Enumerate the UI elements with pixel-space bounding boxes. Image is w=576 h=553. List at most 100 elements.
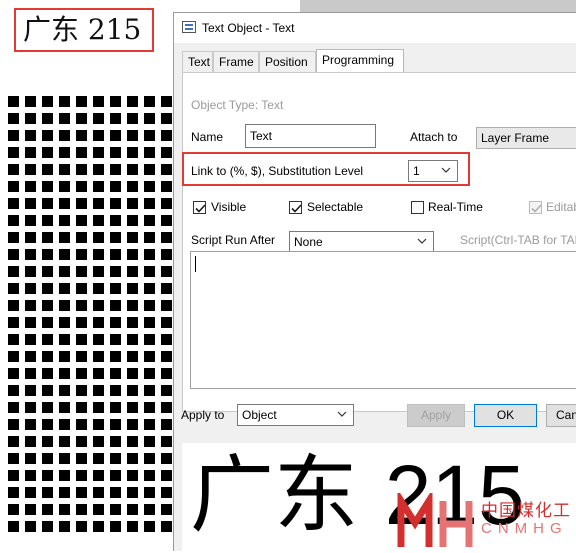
preview-text-cn: 广东 <box>190 446 359 544</box>
attach-to-value: Layer Frame <box>481 131 550 145</box>
pattern-square <box>8 181 19 192</box>
pattern-square <box>93 283 104 294</box>
pattern-square <box>25 470 36 481</box>
pattern-square <box>76 300 87 311</box>
attach-to-select[interactable]: Layer Frame <box>476 127 576 149</box>
pattern-square <box>144 232 155 243</box>
object-type-label: Object Type: Text <box>191 98 284 112</box>
script-editor[interactable] <box>190 251 576 389</box>
pattern-square <box>110 113 121 124</box>
pattern-square <box>110 521 121 532</box>
pattern-square <box>110 453 121 464</box>
pattern-square <box>8 419 19 430</box>
pattern-square <box>144 181 155 192</box>
pattern-square <box>42 317 53 328</box>
pattern-square <box>25 181 36 192</box>
pattern-square <box>110 487 121 498</box>
pattern-square <box>76 266 87 277</box>
pattern-square <box>93 368 104 379</box>
canvas-text-object[interactable]: 广东 215 <box>14 8 154 52</box>
pattern-square <box>25 249 36 260</box>
pattern-square <box>42 470 53 481</box>
pattern-square <box>110 266 121 277</box>
watermark-brand-en: CNMHG <box>481 520 568 537</box>
link-level-select[interactable]: 1 <box>408 160 458 182</box>
tab-text[interactable]: Text <box>182 51 213 72</box>
editable-checkbox[interactable] <box>529 201 542 214</box>
pattern-square <box>110 300 121 311</box>
tab-position[interactable]: Position <box>259 51 316 72</box>
pattern-square <box>127 385 138 396</box>
pattern-square <box>161 113 172 124</box>
pattern-square <box>110 164 121 175</box>
real-time-checkbox[interactable] <box>411 201 424 214</box>
pattern-square <box>25 334 36 345</box>
pattern-square <box>144 351 155 362</box>
pattern-square <box>59 521 70 532</box>
pattern-square <box>127 96 138 107</box>
pattern-square <box>127 198 138 209</box>
pattern-square <box>25 351 36 362</box>
pattern-square <box>161 232 172 243</box>
pattern-square <box>161 215 172 226</box>
pattern-square <box>144 521 155 532</box>
editable-label: Editab <box>546 200 576 214</box>
pattern-square <box>127 215 138 226</box>
pattern-square <box>8 504 19 515</box>
pattern-square <box>161 419 172 430</box>
real-time-label: Real-Time <box>428 200 483 214</box>
apply-button[interactable]: Apply <box>407 404 465 427</box>
pattern-square <box>76 198 87 209</box>
tab-programming[interactable]: Programming <box>316 49 404 72</box>
pattern-square <box>25 368 36 379</box>
pattern-square <box>110 504 121 515</box>
app-icon <box>182 21 196 33</box>
link-level-label: Link to (%, $), Substitution Level <box>191 164 364 178</box>
pattern-square <box>59 147 70 158</box>
pattern-square <box>161 164 172 175</box>
pattern-square <box>25 130 36 141</box>
pattern-square <box>8 385 19 396</box>
pattern-square <box>127 368 138 379</box>
pattern-square <box>127 266 138 277</box>
pattern-square <box>127 300 138 311</box>
pattern-square <box>59 419 70 430</box>
pattern-square <box>8 113 19 124</box>
pattern-square <box>110 96 121 107</box>
pattern-square <box>127 334 138 345</box>
pattern-square <box>25 300 36 311</box>
pattern-square <box>42 436 53 447</box>
pattern-square <box>42 283 53 294</box>
pattern-square <box>161 470 172 481</box>
pattern-square <box>76 436 87 447</box>
script-run-select[interactable]: None <box>289 231 434 253</box>
pattern-square <box>59 402 70 413</box>
pattern-square <box>144 470 155 481</box>
apply-to-select[interactable]: Object <box>237 404 354 426</box>
pattern-square <box>8 334 19 345</box>
pattern-square <box>42 300 53 311</box>
ok-button[interactable]: OK <box>474 404 537 427</box>
pattern-square <box>144 453 155 464</box>
visible-checkbox[interactable] <box>193 201 206 214</box>
pattern-square <box>76 283 87 294</box>
pattern-square <box>93 470 104 481</box>
pattern-square <box>59 249 70 260</box>
pattern-square <box>8 402 19 413</box>
cancel-button[interactable]: Can <box>546 404 576 427</box>
pattern-square <box>59 385 70 396</box>
name-field[interactable]: Text <box>245 124 376 148</box>
pattern-square <box>110 436 121 447</box>
pattern-square <box>161 283 172 294</box>
pattern-square <box>93 164 104 175</box>
dialog-titlebar[interactable]: Text Object - Text <box>174 13 576 43</box>
pattern-square <box>127 283 138 294</box>
pattern-square <box>76 470 87 481</box>
selectable-checkbox[interactable] <box>289 201 302 214</box>
tab-frame[interactable]: Frame <box>213 51 259 72</box>
pattern-square <box>93 215 104 226</box>
pattern-square <box>42 232 53 243</box>
chevron-down-icon <box>417 236 427 246</box>
dialog-title: Text Object - Text <box>202 21 295 35</box>
pattern-square <box>8 249 19 260</box>
